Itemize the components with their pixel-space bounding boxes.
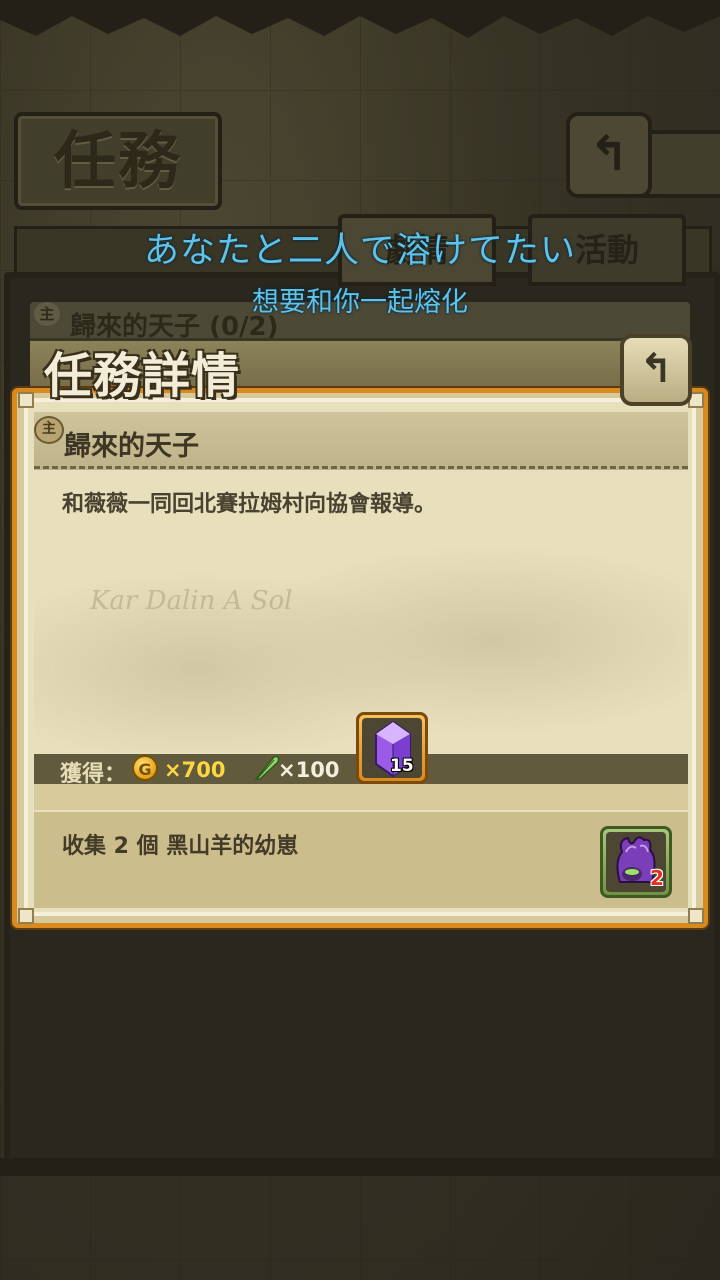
quest-name: 歸來的天子 [64,431,199,462]
corner-post [18,908,34,924]
subtitle-japanese: あなたと二人で溶けてたい [143,231,576,271]
reward-label: 獲得： [60,762,127,787]
monster-count: 2 [650,866,664,890]
objective-area [34,812,688,908]
dialog-back-button[interactable]: ↰ [620,334,692,406]
subtitle-chinese: 想要和你一起熔化 [252,287,468,318]
corner-post [688,908,704,924]
main-quest-icon: 主 [34,416,64,444]
objective-text: 收集 2 個 黑山羊的幼崽 [62,834,299,859]
dialog-title: 任務詳情 [44,348,241,404]
coin-amount: ×700 [164,758,226,782]
quest-description: 和薇薇一同回北賽拉姆村向協會報導。 [62,492,437,517]
feather-amount: ×100 [278,758,340,782]
divider [34,466,688,469]
gold-coin-icon: G [132,755,158,781]
map-label: Kar Dalin A Sol [90,586,293,616]
reward-bar-shadow [34,784,688,810]
back-arrow-icon: ↰ [639,346,673,392]
item-count: 15 [390,756,414,776]
corner-post [18,392,34,408]
